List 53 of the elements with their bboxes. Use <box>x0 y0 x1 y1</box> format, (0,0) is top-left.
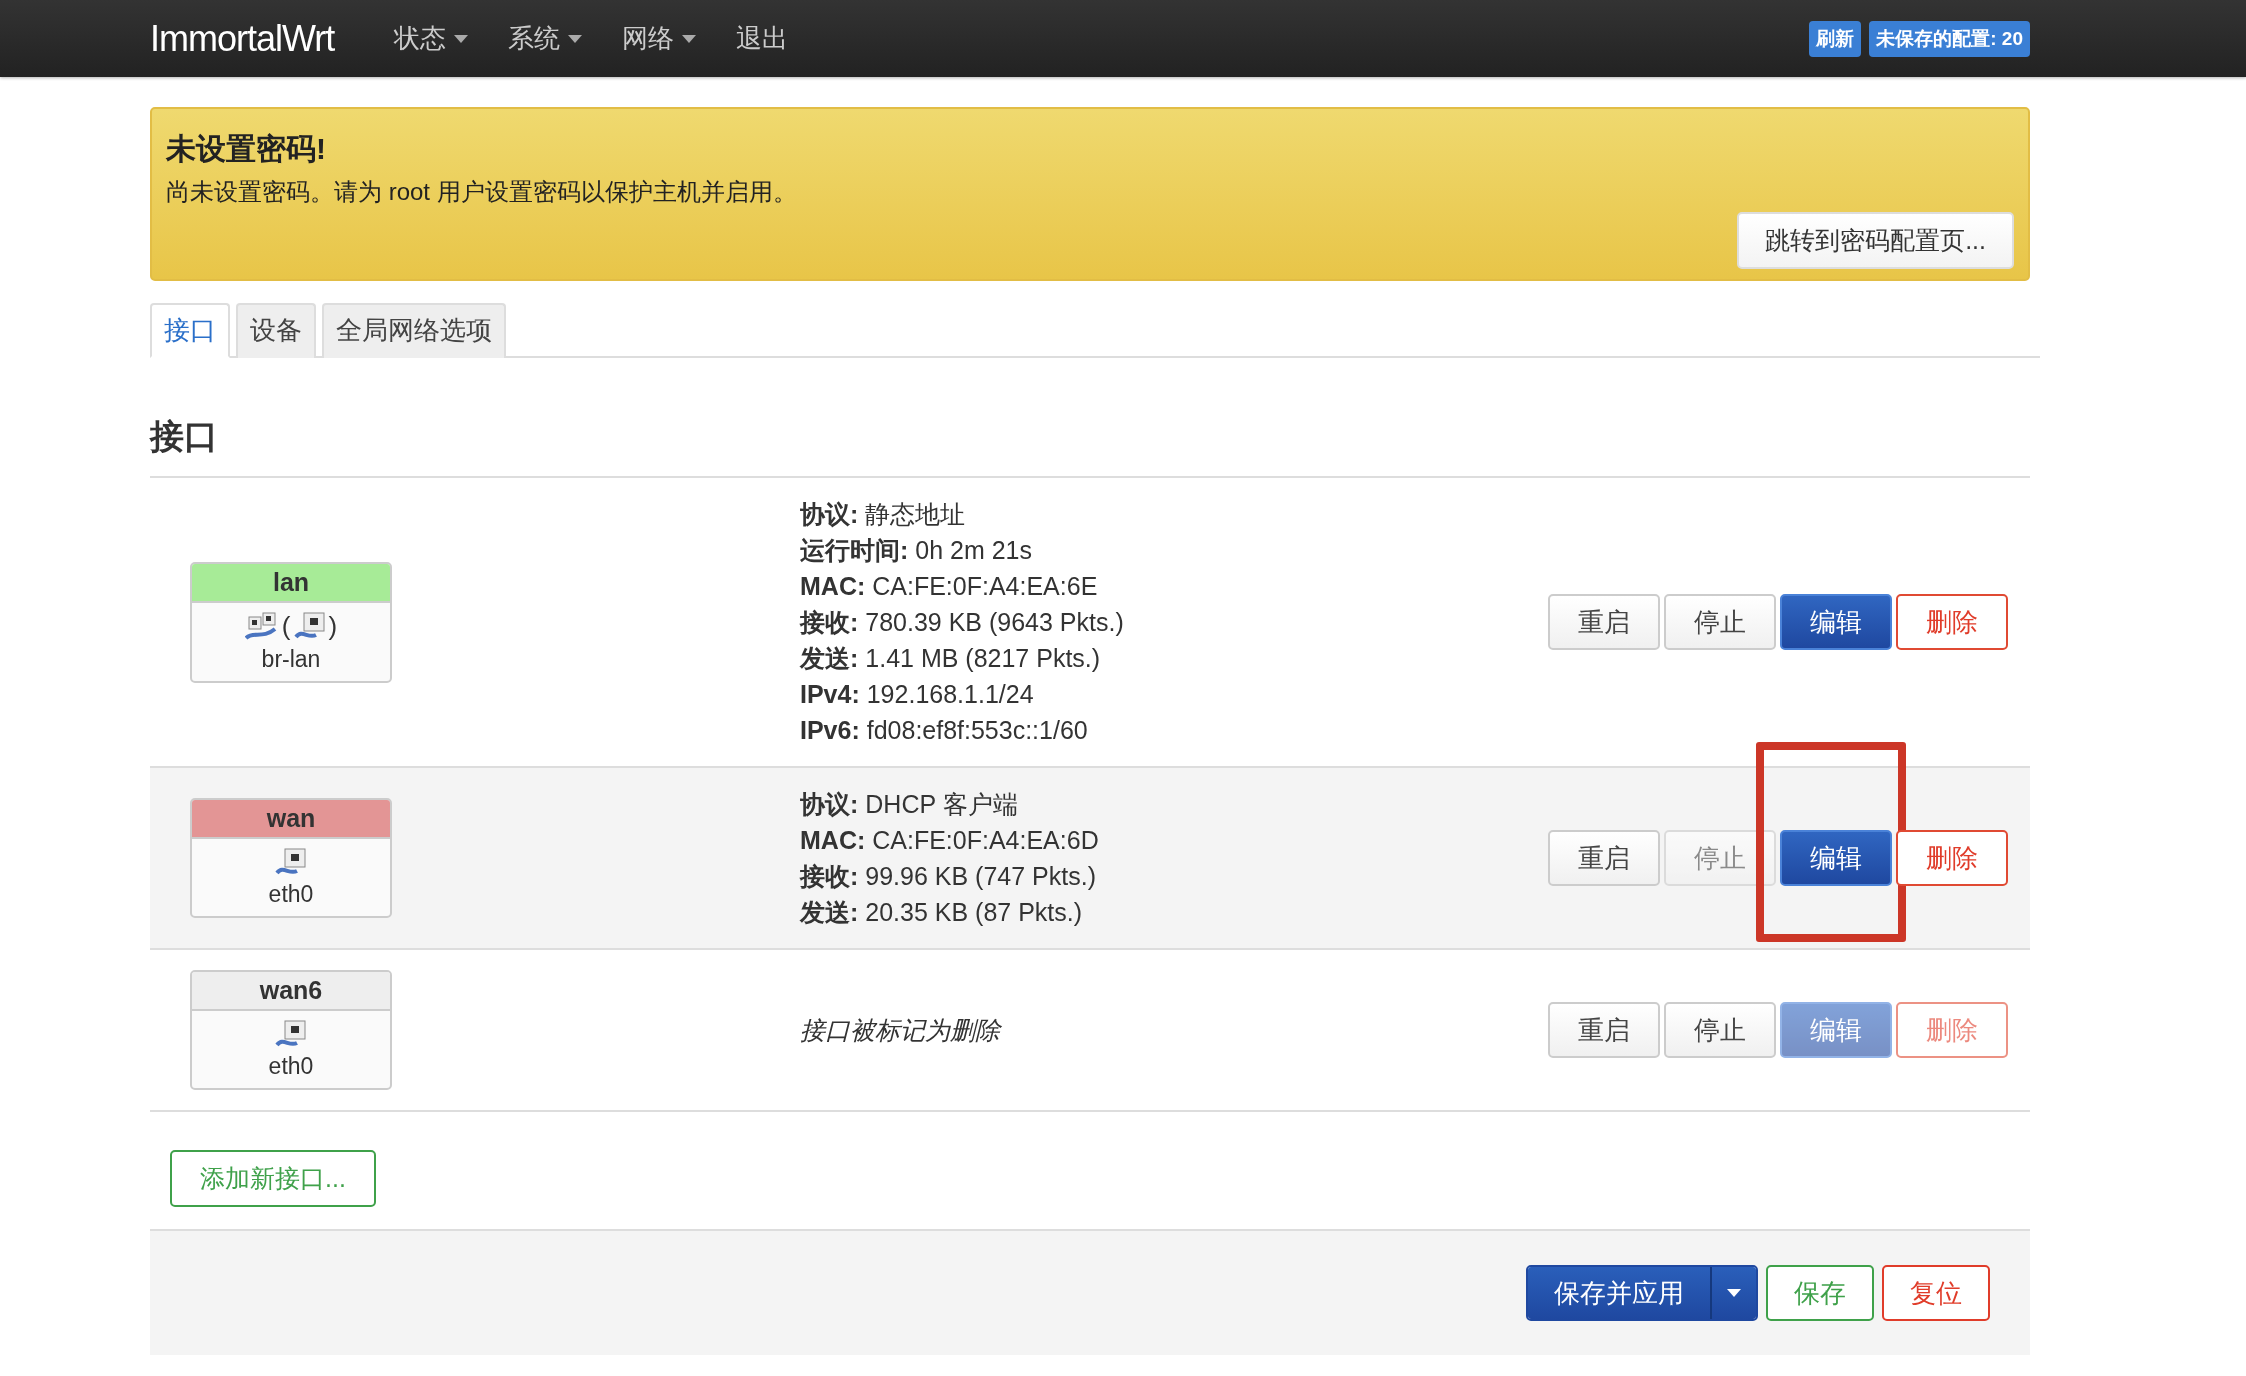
interface-name: wan6 <box>192 972 390 1011</box>
interface-detail: 发送: 1.41 MB (8217 Pkts.) <box>800 643 1102 674</box>
interface-detail: 接收: 99.96 KB (747 Pkts.) <box>800 861 1097 892</box>
brand-logo[interactable]: ImmortalWrt <box>150 17 335 60</box>
alert-text: 尚未设置密码。请为 root 用户设置密码以保护主机并启用。 <box>166 177 798 207</box>
reset-button[interactable]: 复位 <box>1882 1265 1990 1321</box>
interface-name: lan <box>192 563 390 603</box>
action-button[interactable]: 重启 <box>1548 1002 1660 1058</box>
nav-menu-item[interactable]: 网络 <box>622 21 697 56</box>
bridge-icon <box>244 611 279 641</box>
interface-detail: 发送: 20.35 KB (87 Pkts.) <box>800 897 1084 928</box>
paren-text: ( <box>281 610 291 642</box>
caret-icon <box>682 34 697 43</box>
action-button[interactable]: 重启 <box>1548 830 1660 886</box>
delete-button[interactable]: 删除 <box>1896 830 2008 886</box>
caret-icon <box>1727 1289 1741 1297</box>
nav-menu-item[interactable]: 系统 <box>508 21 583 56</box>
interface-detail: IPv4: 192.168.1.1/24 <box>800 679 1035 710</box>
interface-detail: 协议: 静态地址 <box>800 499 967 530</box>
network-port-icon <box>293 611 326 641</box>
caret-icon <box>568 34 583 43</box>
device-name: eth0 <box>268 881 314 908</box>
interface-detail: 协议: DHCP 客户端 <box>800 789 1019 820</box>
paren-text: ) <box>328 610 338 642</box>
interface-detail: MAC: CA:FE:0F:A4:EA:6D <box>800 825 1100 856</box>
dropdown-toggle[interactable] <box>1712 1267 1756 1319</box>
interface-name: wan <box>192 800 390 839</box>
action-button[interactable]: 停止 <box>1664 1002 1776 1058</box>
deletion-note: 接口被标记为删除 <box>800 1015 1000 1044</box>
action-button[interactable]: 停止 <box>1664 594 1776 650</box>
interface-detail: IPv6: fd08:ef8f:553c::1/60 <box>800 715 1089 746</box>
delete-button[interactable]: 删除 <box>1896 594 2008 650</box>
alert-title: 未设置密码! <box>166 131 327 167</box>
tab[interactable]: 接口 <box>150 303 230 358</box>
caret-icon <box>454 34 469 43</box>
action-button[interactable]: 重启 <box>1548 594 1660 650</box>
edit-button[interactable]: 编辑 <box>1780 594 1892 650</box>
password-config-button[interactable]: 跳转到密码配置页... <box>1737 212 2014 269</box>
save-apply-button[interactable]: 保存并应用 <box>1528 1267 1712 1319</box>
interface-detail: MAC: CA:FE:0F:A4:EA:6E <box>800 571 1099 602</box>
interface-detail: 运行时间: 0h 2m 21s <box>800 535 1034 566</box>
tab[interactable]: 设备 <box>236 303 316 358</box>
network-port-icon <box>275 1019 307 1049</box>
device-name: eth0 <box>268 1053 314 1080</box>
status-badge[interactable]: 未保存的配置: 20 <box>1869 20 2030 57</box>
interface-detail: 接收: 780.39 KB (9643 Pkts.) <box>800 607 1125 638</box>
network-port-icon <box>275 847 307 877</box>
edit-button[interactable]: 编辑 <box>1780 830 1892 886</box>
status-badge[interactable]: 刷新 <box>1809 20 1862 57</box>
device-name: br-lan <box>261 645 321 673</box>
nav-menu-item[interactable]: 退出 <box>736 21 789 56</box>
nav-menu-item[interactable]: 状态 <box>394 21 469 56</box>
tab[interactable]: 全局网络选项 <box>322 303 506 358</box>
